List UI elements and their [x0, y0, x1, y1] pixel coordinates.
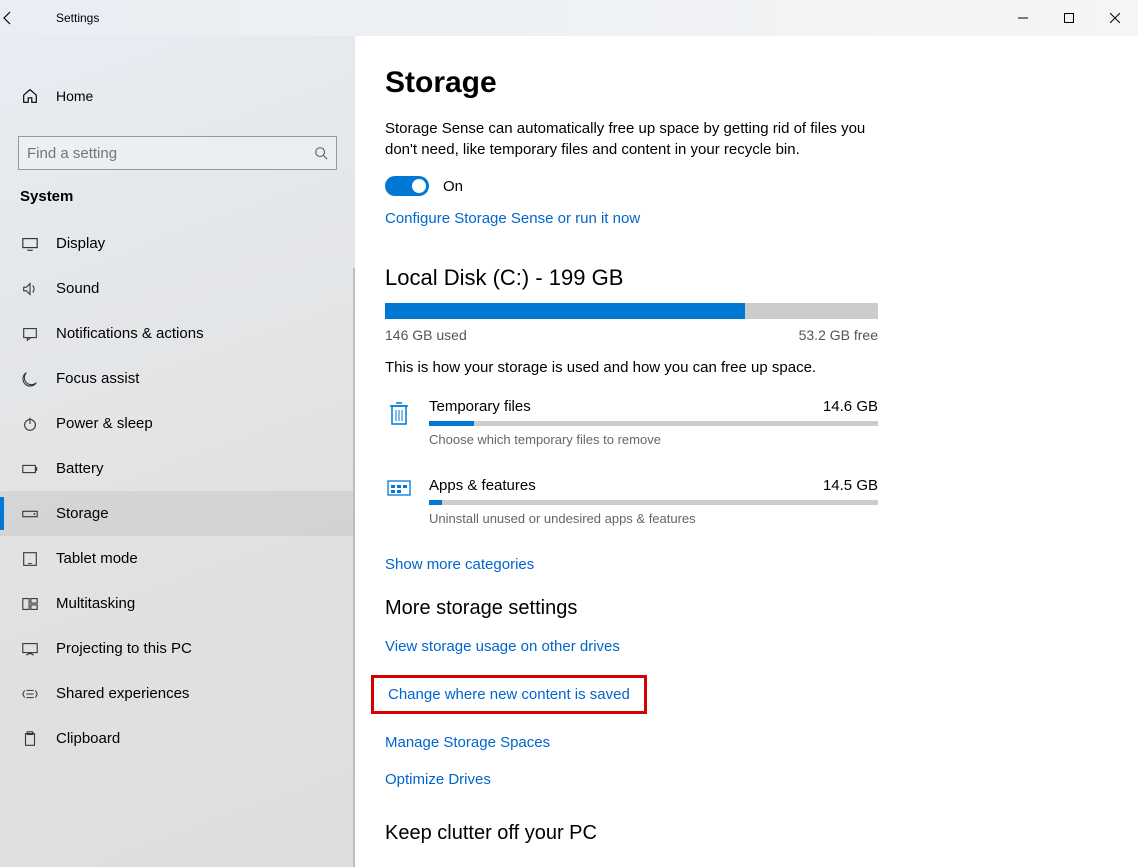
sidebar: Home System Display Sound Notifications …	[0, 36, 355, 867]
page-title: Storage	[385, 66, 1098, 100]
change-save-location-link[interactable]: Change where new content is saved	[388, 686, 630, 703]
sidebar-item-shared[interactable]: Shared experiences	[0, 671, 355, 716]
category-size: 14.6 GB	[823, 398, 878, 415]
nav-label: Display	[56, 235, 105, 252]
sidebar-item-display[interactable]: Display	[0, 221, 355, 266]
sidebar-home[interactable]: Home	[0, 76, 355, 116]
category-size: 14.5 GB	[823, 477, 878, 494]
category-temporary-files[interactable]: Temporary files 14.6 GB Choose which tem…	[385, 398, 878, 447]
nav-label: Sound	[56, 280, 99, 297]
nav-label: Focus assist	[56, 370, 139, 387]
sidebar-item-multitasking[interactable]: Multitasking	[0, 581, 355, 626]
storage-icon	[20, 505, 40, 523]
storage-usage-bar	[385, 303, 878, 319]
window-title: Settings	[48, 11, 99, 25]
category-name: Apps & features	[429, 477, 536, 494]
category-hint: Choose which temporary files to remove	[429, 432, 878, 447]
category-apps-features[interactable]: Apps & features 14.5 GB Uninstall unused…	[385, 477, 878, 526]
maximize-button[interactable]	[1046, 2, 1092, 34]
focus-assist-icon	[20, 370, 40, 388]
show-more-categories-link[interactable]: Show more categories	[385, 556, 534, 573]
nav-label: Clipboard	[56, 730, 120, 747]
projecting-icon	[20, 640, 40, 658]
free-label: 53.2 GB free	[799, 327, 878, 343]
sidebar-item-projecting[interactable]: Projecting to this PC	[0, 626, 355, 671]
minimize-button[interactable]	[1000, 2, 1046, 34]
storage-sense-toggle[interactable]	[385, 176, 429, 196]
search-box[interactable]	[18, 136, 337, 170]
category-bar	[429, 500, 878, 505]
sidebar-scrollbar[interactable]	[353, 268, 355, 867]
more-storage-heading: More storage settings	[385, 597, 1098, 620]
sidebar-item-sound[interactable]: Sound	[0, 266, 355, 311]
battery-icon	[20, 460, 40, 478]
nav-label: Storage	[56, 505, 109, 522]
power-icon	[20, 415, 40, 433]
main-content: Storage Storage Sense can automatically …	[355, 36, 1138, 867]
toggle-state-label: On	[443, 178, 463, 195]
sidebar-item-focus-assist[interactable]: Focus assist	[0, 356, 355, 401]
home-icon	[20, 87, 40, 105]
nav-label: Notifications & actions	[56, 325, 204, 342]
disk-heading: Local Disk (C:) - 199 GB	[385, 265, 1098, 291]
close-button[interactable]	[1092, 2, 1138, 34]
titlebar: Settings	[0, 0, 1138, 36]
nav-label: Power & sleep	[56, 415, 153, 432]
keep-clutter-heading: Keep clutter off your PC	[385, 822, 1098, 845]
notifications-icon	[20, 325, 40, 343]
clipboard-icon	[20, 730, 40, 748]
nav-label: Shared experiences	[56, 685, 189, 702]
tablet-icon	[20, 550, 40, 568]
usage-desc: This is how your storage is used and how…	[385, 359, 1098, 376]
sidebar-item-power[interactable]: Power & sleep	[0, 401, 355, 446]
apps-icon	[385, 477, 413, 526]
sidebar-item-battery[interactable]: Battery	[0, 446, 355, 491]
sidebar-item-tablet[interactable]: Tablet mode	[0, 536, 355, 581]
search-icon	[314, 146, 328, 160]
category-bar	[429, 421, 878, 426]
multitasking-icon	[20, 595, 40, 613]
sidebar-home-label: Home	[56, 88, 93, 104]
nav-label: Tablet mode	[56, 550, 138, 567]
trash-icon	[385, 398, 413, 447]
category-hint: Uninstall unused or undesired apps & fea…	[429, 511, 878, 526]
view-other-drives-link[interactable]: View storage usage on other drives	[385, 638, 620, 655]
storage-sense-desc: Storage Sense can automatically free up …	[385, 118, 885, 160]
used-label: 146 GB used	[385, 327, 467, 343]
optimize-drives-link[interactable]: Optimize Drives	[385, 771, 491, 788]
configure-storage-sense-link[interactable]: Configure Storage Sense or run it now	[385, 210, 640, 227]
category-name: Temporary files	[429, 398, 531, 415]
sidebar-item-notifications[interactable]: Notifications & actions	[0, 311, 355, 356]
nav-label: Multitasking	[56, 595, 135, 612]
nav-label: Projecting to this PC	[56, 640, 192, 657]
sidebar-item-clipboard[interactable]: Clipboard	[0, 716, 355, 761]
annotation-highlight: Change where new content is saved	[371, 675, 647, 714]
search-input[interactable]	[27, 145, 314, 162]
sound-icon	[20, 280, 40, 298]
display-icon	[20, 235, 40, 253]
shared-icon	[20, 685, 40, 703]
nav-list: Display Sound Notifications & actions Fo…	[0, 221, 355, 761]
sidebar-section: System	[0, 188, 355, 205]
manage-storage-spaces-link[interactable]: Manage Storage Spaces	[385, 734, 550, 751]
sidebar-item-storage[interactable]: Storage	[0, 491, 355, 536]
nav-label: Battery	[56, 460, 104, 477]
back-button[interactable]	[0, 10, 48, 26]
